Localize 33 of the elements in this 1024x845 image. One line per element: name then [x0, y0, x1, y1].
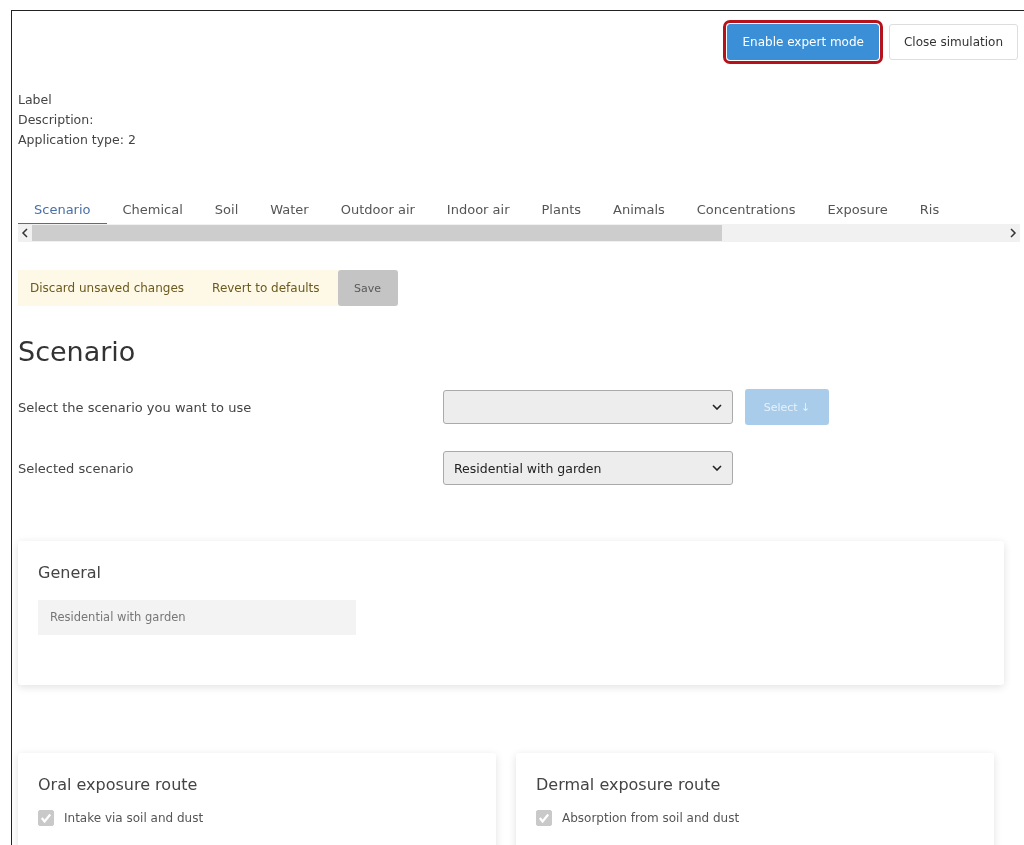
- tab[interactable]: Water: [254, 196, 325, 224]
- tab[interactable]: Outdoor air: [324, 196, 431, 224]
- tab[interactable]: Chemical: [106, 196, 199, 224]
- close-button[interactable]: Close simulation: [888, 24, 1018, 60]
- tab[interactable]: Ris: [903, 196, 956, 224]
- checkbox-label: Absorption from soil and dust: [562, 811, 740, 825]
- scenario-select[interactable]: [443, 390, 733, 424]
- checkbox-label: Intake via soil and dust: [64, 811, 204, 825]
- scroll-right-icon[interactable]: [1009, 228, 1017, 238]
- scenario-select[interactable]: Residential with garden: [443, 451, 733, 485]
- card-title: Dermal exposure route: [536, 775, 721, 794]
- tab[interactable]: Concentrations: [680, 196, 812, 224]
- chevron-icon: [712, 465, 722, 471]
- page-heading: Scenario: [18, 336, 137, 367]
- info-text: Description:: [18, 111, 94, 129]
- scroll-left-icon[interactable]: [21, 228, 29, 238]
- revert-link[interactable]: Revert to defaults: [212, 281, 320, 295]
- field-label: Select the scenario you want to use: [18, 399, 253, 415]
- tab[interactable]: Animals: [597, 196, 681, 224]
- discard-link[interactable]: Discard unsaved changes: [30, 281, 185, 295]
- card-title: Oral exposure route: [38, 775, 198, 794]
- scroll-thumb[interactable]: [32, 225, 722, 241]
- field-label: Selected scenario: [18, 460, 135, 476]
- info-text: Application type: 2: [18, 131, 136, 149]
- scenario-name-field[interactable]: Residential with garden: [38, 600, 356, 635]
- tab[interactable]: Soil: [198, 196, 255, 224]
- info-text: Label: [18, 91, 52, 109]
- tab[interactable]: Exposure: [811, 196, 904, 224]
- scrollbar[interactable]: [18, 224, 1020, 242]
- chevron-icon: [712, 404, 722, 410]
- tab[interactable]: Plants: [525, 196, 598, 224]
- card-title: General: [38, 563, 102, 582]
- tab[interactable]: Indoor air: [430, 196, 526, 224]
